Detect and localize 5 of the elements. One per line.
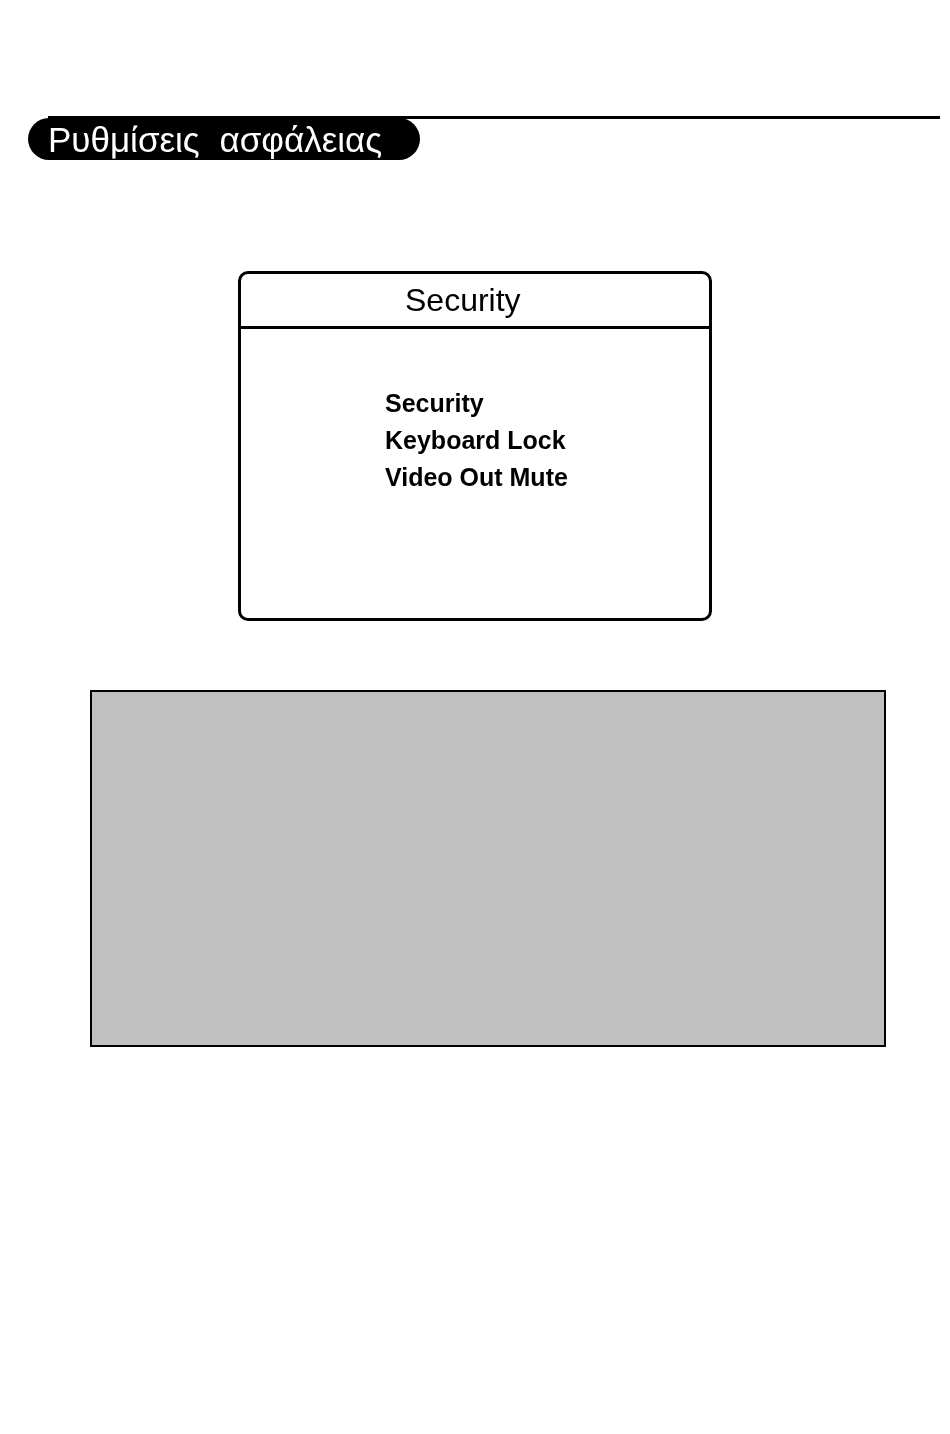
menu-title: Security <box>405 284 521 316</box>
menu-item[interactable]: Keyboard Lock <box>385 422 566 459</box>
section-title: Ρυθμίσεις ασφάλειας <box>28 118 420 160</box>
menu-item[interactable]: Security <box>385 385 484 422</box>
menu-item[interactable]: Video Out Mute <box>385 459 568 496</box>
